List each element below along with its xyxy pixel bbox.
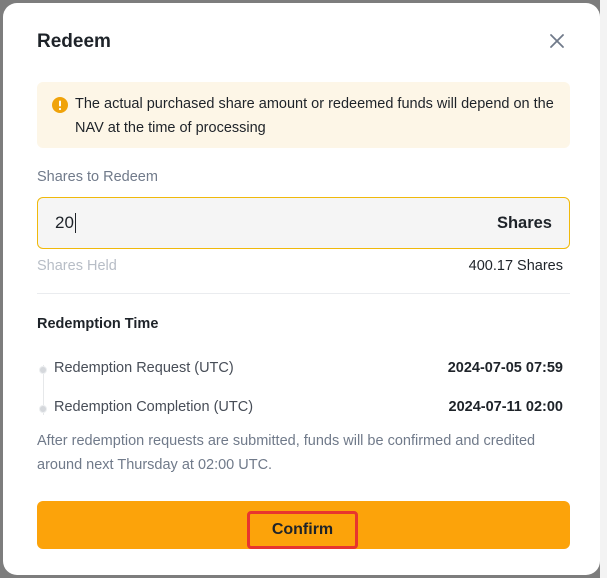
close-icon[interactable]: [546, 30, 568, 52]
shares-input[interactable]: 20 Shares: [37, 197, 570, 249]
shares-held-label: Shares Held: [37, 258, 117, 274]
redemption-time-title: Redemption Time: [37, 316, 159, 332]
redemption-note: After redemption requests are submitted,…: [37, 433, 536, 473]
confirm-button-label[interactable]: Confirm: [247, 511, 358, 549]
notice-text: The actual purchased share amount or red…: [75, 96, 554, 136]
redemption-completion-value: 2024-07-11 02:00: [448, 399, 564, 415]
section-divider: [37, 293, 570, 294]
shares-unit-label: Shares: [496, 214, 552, 232]
background-page-edge: [600, 0, 607, 578]
timeline-dot: [39, 405, 47, 413]
redeem-dialog: Redeem The actual purchased share amount…: [3, 3, 600, 575]
shares-to-redeem-label: Shares to Redeem: [37, 169, 158, 185]
timeline-dot: [39, 366, 47, 374]
warning-icon: [52, 97, 68, 113]
dialog-title: Redeem: [37, 31, 111, 52]
redemption-completion-label: Redemption Completion (UTC): [54, 399, 254, 415]
shares-input-value[interactable]: 20: [55, 213, 76, 233]
shares-held-value: 400.17 Shares: [468, 258, 563, 274]
redemption-request-label: Redemption Request (UTC): [54, 360, 234, 376]
nav-notice-banner: The actual purchased share amount or red…: [37, 82, 570, 148]
redemption-request-value: 2024-07-05 07:59: [447, 360, 563, 376]
